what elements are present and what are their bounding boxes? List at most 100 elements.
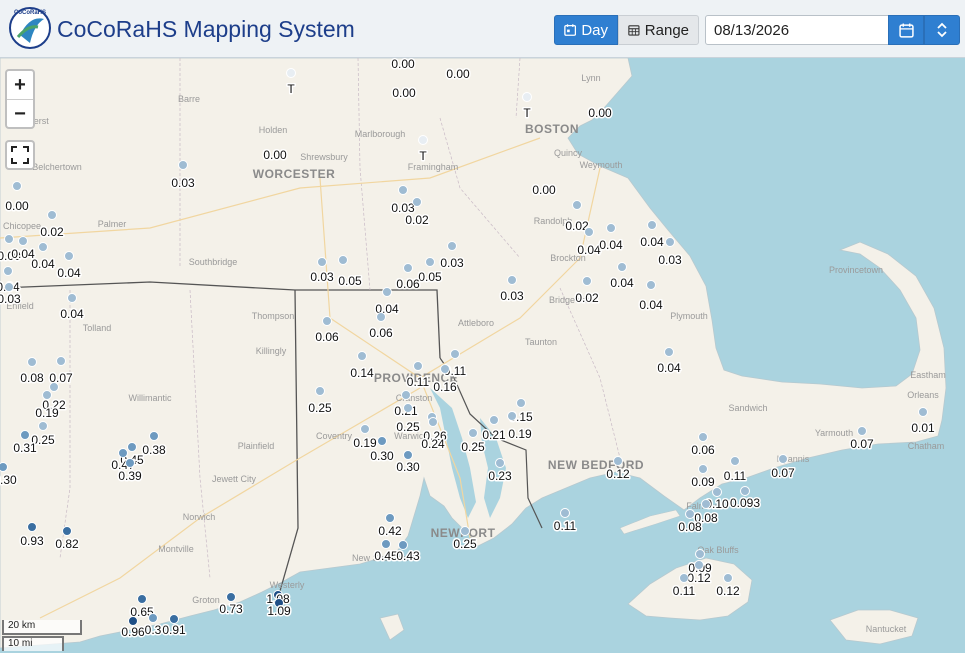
precip-value-label[interactable]: 0.00: [390, 58, 417, 73]
precip-value-label[interactable]: 0.38: [141, 442, 168, 459]
precip-value-label[interactable]: 0.00: [391, 85, 418, 102]
station-marker[interactable]: [695, 549, 705, 559]
station-marker[interactable]: [64, 251, 74, 261]
station-marker[interactable]: [403, 450, 413, 460]
precip-value-label[interactable]: 0.08: [677, 519, 704, 536]
date-input[interactable]: [705, 15, 889, 45]
precip-value-label[interactable]: 0.04: [639, 234, 666, 251]
station-marker[interactable]: [27, 357, 37, 367]
station-marker[interactable]: [617, 262, 627, 272]
precip-value-label[interactable]: 0.03: [0, 291, 23, 308]
precip-value-label[interactable]: 0.01: [910, 420, 937, 437]
precip-value-label[interactable]: 0.12: [715, 583, 742, 600]
precip-value-label[interactable]: 0.03: [170, 175, 197, 192]
station-marker[interactable]: [428, 417, 438, 427]
station-marker[interactable]: [315, 386, 325, 396]
station-marker[interactable]: [507, 411, 517, 421]
precip-value-label[interactable]: T: [522, 105, 533, 122]
precip-value-label[interactable]: 0.23: [487, 468, 514, 485]
station-marker[interactable]: [730, 456, 740, 466]
station-marker[interactable]: [0, 462, 8, 472]
station-marker[interactable]: [694, 560, 704, 570]
station-marker[interactable]: [56, 356, 66, 366]
station-marker[interactable]: [125, 458, 135, 468]
precip-value-label[interactable]: 0.07: [849, 436, 876, 453]
calendar-picker-button[interactable]: [888, 15, 924, 45]
precip-value-label[interactable]: 0.12: [686, 570, 713, 587]
range-mode-button[interactable]: Range: [618, 15, 699, 45]
precip-value-label[interactable]: 1.09: [266, 603, 293, 620]
station-marker[interactable]: [42, 390, 52, 400]
map-canvas[interactable]: Lynn BOSTON Quincy Weymouth Barre Holden Marlb…: [0, 58, 965, 653]
precip-value-label[interactable]: 0.25: [460, 439, 487, 456]
station-marker[interactable]: [118, 448, 128, 458]
station-marker[interactable]: [664, 347, 674, 357]
precip-value-label[interactable]: 0.31: [12, 440, 39, 457]
station-marker[interactable]: [613, 456, 623, 466]
station-marker[interactable]: [27, 522, 37, 532]
precip-value-label[interactable]: 0.39: [117, 468, 144, 485]
day-mode-button[interactable]: Day: [554, 15, 618, 45]
precip-value-label[interactable]: 0.00: [445, 66, 472, 83]
precip-value-label[interactable]: 0.04: [598, 237, 625, 254]
station-marker[interactable]: [685, 509, 695, 519]
precip-value-label[interactable]: 0.14: [349, 365, 376, 382]
precip-value-label[interactable]: 0.96: [120, 624, 147, 641]
precip-value-label[interactable]: 0.05: [417, 269, 444, 286]
station-marker[interactable]: [67, 293, 77, 303]
precip-value-label[interactable]: 0.02: [39, 224, 66, 241]
station-marker[interactable]: [338, 255, 348, 265]
precip-value-label[interactable]: 0.11: [671, 583, 697, 600]
station-marker[interactable]: [47, 210, 57, 220]
precip-value-label[interactable]: T: [418, 148, 429, 165]
station-marker[interactable]: [357, 351, 367, 361]
station-marker[interactable]: [4, 282, 14, 292]
cocorahs-logo[interactable]: CoCoRaHS: [8, 5, 52, 51]
station-marker[interactable]: [398, 185, 408, 195]
station-marker[interactable]: [857, 426, 867, 436]
station-marker[interactable]: [560, 508, 570, 518]
station-marker[interactable]: [740, 486, 750, 496]
station-marker[interactable]: [149, 431, 159, 441]
precip-value-label[interactable]: 0.19: [34, 405, 61, 422]
station-marker[interactable]: [385, 513, 395, 523]
zoom-in-button[interactable]: +: [7, 71, 33, 100]
station-marker[interactable]: [450, 349, 460, 359]
precip-value-label[interactable]: 0.04: [609, 275, 636, 292]
station-marker[interactable]: [381, 539, 391, 549]
precip-value-label[interactable]: 0.03: [499, 288, 526, 305]
station-marker[interactable]: [778, 454, 788, 464]
station-marker[interactable]: [49, 382, 59, 392]
precip-value-label[interactable]: 0.25: [395, 419, 422, 436]
station-marker[interactable]: [572, 200, 582, 210]
station-marker[interactable]: [447, 241, 457, 251]
precip-value-label[interactable]: 0.04: [59, 306, 86, 323]
precip-value-label[interactable]: 0.03: [309, 269, 336, 286]
station-marker[interactable]: [418, 135, 428, 145]
precip-value-label[interactable]: 0.73: [218, 601, 245, 618]
precip-value-label[interactable]: 0.19: [507, 426, 534, 443]
station-marker[interactable]: [4, 234, 14, 244]
precip-value-label[interactable]: 0.08: [19, 370, 46, 387]
precip-value-label[interactable]: 0.04: [56, 265, 83, 282]
station-marker[interactable]: [376, 312, 386, 322]
precip-value-label[interactable]: 0.3: [143, 622, 163, 639]
station-marker[interactable]: [698, 464, 708, 474]
station-marker[interactable]: [468, 428, 478, 438]
precip-value-label[interactable]: 0.43: [395, 548, 422, 565]
station-marker[interactable]: [3, 266, 13, 276]
precip-value-label[interactable]: 0.02: [404, 212, 431, 229]
precip-value-label[interactable]: T: [286, 81, 297, 98]
station-marker[interactable]: [516, 398, 526, 408]
station-marker[interactable]: [38, 421, 48, 431]
station-marker[interactable]: [712, 487, 722, 497]
precip-value-label[interactable]: 0.04: [656, 360, 683, 377]
precip-value-label[interactable]: 0.02: [574, 290, 601, 307]
precip-value-label[interactable]: 0.00: [262, 147, 289, 164]
station-marker[interactable]: [226, 592, 236, 602]
precip-value-label[interactable]: 0.07: [770, 465, 797, 482]
station-marker[interactable]: [412, 197, 422, 207]
precip-value-label[interactable]: 0.11: [405, 374, 431, 391]
precip-value-label[interactable]: 0.30: [0, 472, 19, 489]
station-marker[interactable]: [137, 594, 147, 604]
